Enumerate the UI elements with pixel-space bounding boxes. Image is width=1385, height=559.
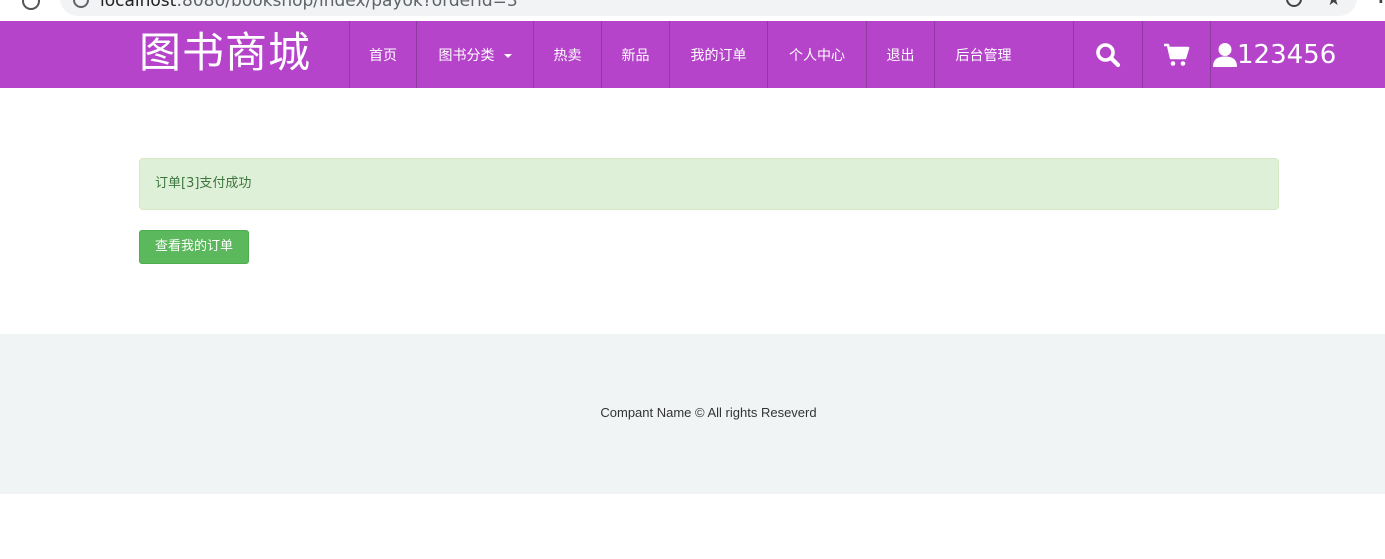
footer-copyright: Compant Name © All rights Reseverd (600, 405, 817, 420)
nav-home[interactable]: 首页 (349, 21, 416, 88)
payment-success-alert: 订单[3]支付成功 (139, 158, 1279, 210)
nav-home-label: 首页 (369, 47, 397, 64)
footer: Compant Name © All rights Reseverd (0, 334, 1385, 494)
nav-categories-label: 图书分类 (438, 47, 495, 64)
nav-new-label: 新品 (621, 47, 650, 64)
cart-button[interactable] (1142, 21, 1210, 88)
address-bar-url[interactable]: localhost:8080/bookshop/index/payok?orde… (100, 0, 518, 10)
nav-logout[interactable]: 退出 (866, 21, 934, 88)
cart-icon (1163, 43, 1189, 66)
nav-my-orders-label: 我的订单 (690, 47, 747, 64)
nav-admin-label: 后台管理 (955, 47, 1012, 64)
nav-admin[interactable]: 后台管理 (934, 21, 1032, 88)
nav-right: 123456 (1073, 21, 1336, 88)
nav-my-orders[interactable]: 我的订单 (669, 21, 767, 88)
nav-hot[interactable]: 热卖 (533, 21, 601, 88)
bookmark-star-icon[interactable]: ★ (1326, 0, 1341, 10)
user-icon (1213, 42, 1237, 67)
search-icon (1096, 42, 1121, 67)
navbar: 图书商城 首页 图书分类 热卖 新品 我的订单 个人中心 退出 后台管理 123… (0, 21, 1385, 88)
nav-profile-label: 个人中心 (789, 47, 845, 64)
nav-profile[interactable]: 个人中心 (767, 21, 866, 88)
caret-down-icon (503, 53, 512, 58)
search-button[interactable] (1073, 21, 1142, 88)
nav-logout-label: 退出 (886, 47, 915, 64)
nav-new[interactable]: 新品 (601, 21, 669, 88)
nav-categories-dropdown[interactable]: 图书分类 (416, 21, 533, 88)
browser-toolbar: localhost:8080/bookshop/index/payok?orde… (0, 0, 1385, 21)
extensions-icon[interactable]: ✚ (1375, 0, 1385, 7)
user-account-link[interactable]: 123456 (1210, 21, 1336, 88)
main-nav: 首页 图书分类 热卖 新品 我的订单 个人中心 退出 后台管理 (349, 21, 1032, 88)
reload-icon[interactable] (22, 0, 40, 10)
nav-hot-label: 热卖 (553, 47, 582, 64)
username: 123456 (1237, 39, 1337, 70)
view-my-orders-button[interactable]: 查看我的订单 (139, 230, 249, 264)
brand-logo[interactable]: 图书商城 (139, 25, 311, 81)
alert-message: 订单[3]支付成功 (155, 176, 252, 191)
